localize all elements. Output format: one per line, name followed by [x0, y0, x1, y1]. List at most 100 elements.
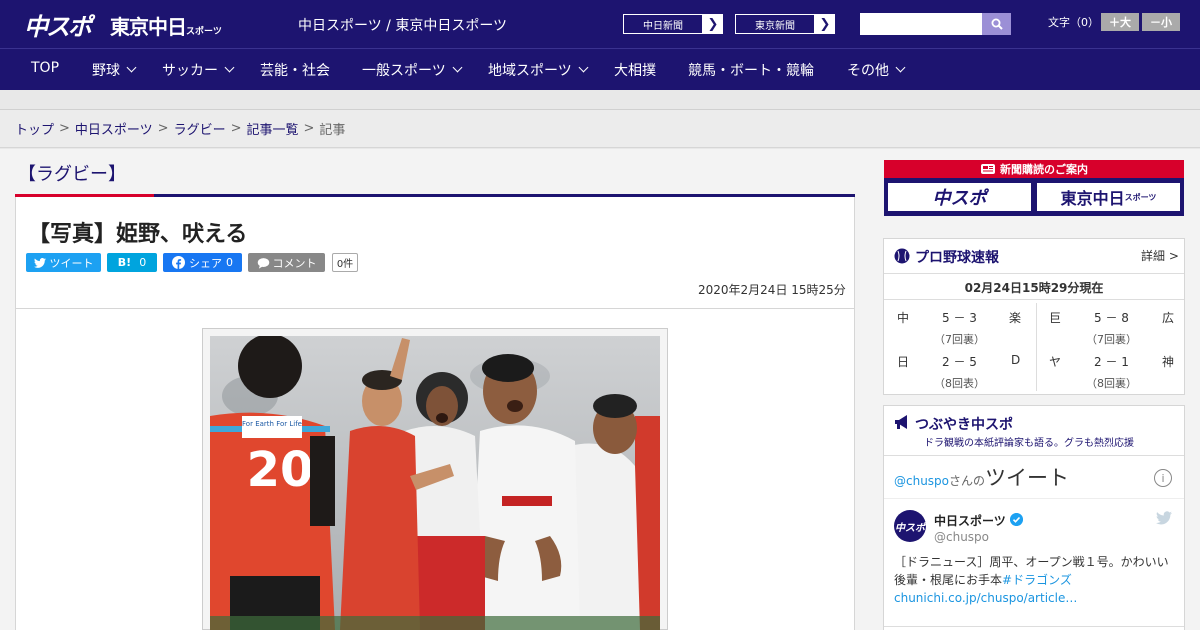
subscription-banner[interactable]: 新聞購読のご案内 中スポ 東京中日 スポーツ	[884, 160, 1184, 216]
nav-item-label: 地域スポーツ	[488, 63, 572, 79]
chevron-down-icon	[578, 62, 589, 73]
comment-button[interactable]: コメント	[248, 253, 325, 272]
verified-badge-icon	[1010, 513, 1023, 526]
hatena-bookmark-count: 0	[139, 256, 147, 269]
tokyo-chunichi-logo-text: 東京中日	[110, 15, 187, 39]
top-header: 中スポ 東京中日スポーツ 中日スポーツ / 東京中日スポーツ 中日新聞 ❯ 東京…	[0, 0, 1200, 48]
tweet-author-name[interactable]: 中日スポーツ	[934, 512, 1006, 529]
game-inning: （7回裏）	[934, 333, 985, 346]
divider	[884, 299, 1184, 300]
tokyo-chunichi-logo: 東京中日スポーツ	[110, 11, 222, 40]
twitter-bird-icon[interactable]	[1156, 511, 1172, 525]
comment-count-badge: 0件	[332, 253, 358, 272]
nav-item-label: 芸能・社会	[260, 63, 330, 79]
twitter-user-link[interactable]: @chuspo	[894, 474, 949, 488]
category-heading: 【ラグビー】	[18, 164, 126, 185]
jersey-sponsor-text: For Earth For Life	[242, 420, 302, 428]
divider	[884, 498, 1184, 499]
hatena-bookmark-icon: B!	[117, 256, 132, 269]
subscription-banner-header: 新聞購読のご案内	[884, 160, 1184, 178]
nav-item-racing[interactable]: 競馬・ボート・競輪	[688, 60, 814, 80]
nav-item-label: 競馬・ボート・競輪	[688, 63, 814, 79]
nav-item-sumo[interactable]: 大相撲	[614, 60, 656, 80]
tokyo-shimbun-link[interactable]: 東京新聞 ❯	[734, 13, 836, 35]
facebook-icon	[172, 256, 185, 269]
nav-item-general-sports[interactable]: 一般スポーツ	[362, 60, 463, 80]
site-logo[interactable]: 中スポ 東京中日スポーツ	[24, 9, 222, 41]
tokyo-chunichi-subscription-logo-small: スポーツ	[1124, 192, 1157, 202]
tweet-hashtag-link[interactable]: #ドラゴンズ	[1002, 573, 1072, 587]
twitter-box-subtitle: ドラ観戦の本紙評論家も語る。グラも熱烈応援	[924, 438, 1134, 449]
info-icon[interactable]: i	[1154, 469, 1172, 487]
chunichi-shimbun-label: 中日新聞	[623, 14, 703, 34]
chevron-down-icon	[452, 62, 463, 73]
article-photo[interactable]: For Earth For Life 20	[210, 336, 660, 630]
nav-item-top[interactable]: TOP	[31, 60, 59, 76]
sub-nav-strip	[0, 90, 1200, 110]
font-larger-button[interactable]: ＋大	[1101, 13, 1139, 31]
tweet-button[interactable]: ツイート	[26, 253, 101, 272]
search-icon	[991, 18, 1003, 30]
rugby-players-image: For Earth For Life 20	[210, 336, 660, 630]
article-divider	[16, 308, 854, 309]
article-title: 【写真】姫野、吠える	[28, 222, 248, 247]
breadcrumb-link-rugby[interactable]: ラグビー	[174, 119, 226, 138]
breadcrumb-separator: >	[157, 121, 169, 136]
hatena-bookmark-button[interactable]: B! 0	[107, 253, 157, 272]
divider	[884, 455, 1184, 456]
tokyo-shimbun-label: 東京新聞	[735, 14, 815, 34]
tweet-url-link[interactable]: chunichi.co.jp/chuspo/article…	[894, 591, 1077, 605]
nav-item-label: サッカー	[162, 63, 218, 79]
article-date: 2020年2月24日 15時25分	[698, 283, 846, 297]
nav-item-label: 大相撲	[614, 63, 656, 79]
font-size-label: 文字（0）	[1048, 16, 1099, 29]
game-score[interactable]: 5 － 3	[942, 309, 977, 326]
divider	[884, 626, 1184, 627]
baseball-scores-title: プロ野球速報	[915, 250, 999, 266]
chunichi-shimbun-link[interactable]: 中日新聞 ❯	[622, 13, 724, 35]
game-inning: （8回表）	[934, 377, 985, 390]
speech-bubble-icon	[257, 257, 269, 269]
breadcrumb-current: 記事	[319, 123, 346, 138]
breadcrumb-link-top[interactable]: トップ	[15, 119, 54, 138]
breadcrumb: トップ > 中日スポーツ > ラグビー > 記事一覧 > 記事	[0, 110, 1200, 148]
site-name[interactable]: 中日スポーツ / 東京中日スポーツ	[298, 15, 507, 35]
breadcrumb-link-chuspo[interactable]: 中日スポーツ	[75, 119, 153, 138]
game-away-team: 広	[1162, 311, 1175, 325]
facebook-share-button[interactable]: シェア 0	[163, 253, 242, 272]
game-score[interactable]: 2 － 5	[942, 353, 977, 370]
search-button[interactable]	[982, 13, 1011, 35]
twitter-timeline-heading: ツイート	[985, 466, 1070, 490]
tokyo-chunichi-subscription-logo-text: 東京中日	[1060, 189, 1125, 208]
nav-item-soccer[interactable]: サッカー	[162, 60, 235, 80]
baseball-icon	[894, 248, 910, 264]
game-home-team: 中	[897, 311, 910, 325]
chevron-right-icon: ❯	[707, 16, 719, 32]
twitter-box-title: つぶやき中スポ	[915, 417, 1013, 433]
game-away-team: 神	[1162, 355, 1175, 369]
game-inning: （8回裏）	[1086, 377, 1137, 390]
twitter-timeline-header: @chuspoさんのツイート	[894, 462, 1069, 492]
game-home-team: ヤ	[1049, 355, 1062, 369]
tweet-author-handle[interactable]: @chuspo	[934, 530, 989, 544]
game-score[interactable]: 2 － 1	[1094, 353, 1129, 370]
nav-item-entertainment[interactable]: 芸能・社会	[260, 60, 330, 80]
game-home-team: 巨	[1049, 311, 1062, 325]
jersey-number: 20	[247, 442, 314, 498]
font-smaller-button[interactable]: －小	[1142, 13, 1180, 31]
tweet-text: ［ドラニュース］周平、オープン戦１号。かわいい後輩・根尾にお手本#ドラゴンズ c…	[894, 553, 1174, 607]
twitter-user-suffix: さんの	[949, 474, 986, 488]
game-away-team: D	[1011, 353, 1021, 367]
nav-item-other[interactable]: その他	[847, 60, 906, 80]
search-input[interactable]	[860, 13, 982, 35]
baseball-detail-link[interactable]: 詳細 >	[1141, 247, 1179, 264]
chevron-down-icon	[895, 62, 906, 73]
megaphone-icon	[895, 415, 907, 429]
nav-item-baseball[interactable]: 野球	[92, 60, 137, 80]
breadcrumb-link-article-list[interactable]: 記事一覧	[247, 119, 299, 138]
game-score[interactable]: 5 － 8	[1094, 309, 1129, 326]
breadcrumb-separator: >	[230, 121, 242, 136]
avatar[interactable]: 中スポ	[894, 510, 926, 542]
nav-item-local-sports[interactable]: 地域スポーツ	[488, 60, 589, 80]
facebook-share-label: シェア	[189, 256, 222, 270]
